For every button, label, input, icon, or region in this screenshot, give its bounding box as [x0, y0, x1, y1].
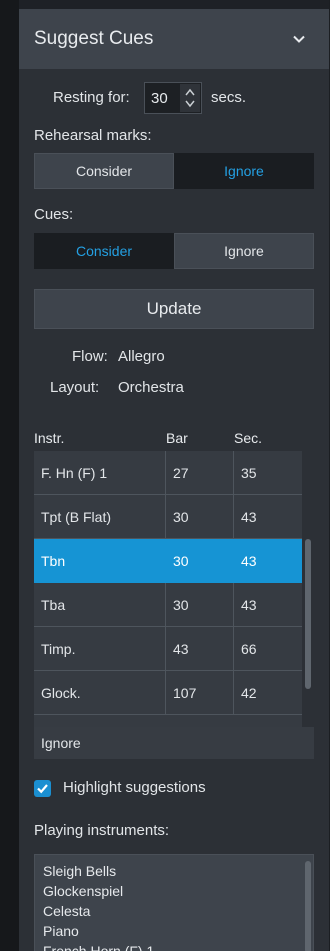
bar-cell: 43 [166, 627, 234, 671]
table-row[interactable]: F. Hn (F) 1 27 35 [34, 451, 302, 495]
resting-unit: secs. [211, 89, 247, 106]
bar-cell: 30 [166, 539, 234, 583]
cues-label: Cues: [34, 206, 74, 223]
bar-cell: 27 [166, 451, 234, 495]
instr-cell: Tbn [34, 539, 166, 583]
chevron-down-icon[interactable] [291, 31, 307, 47]
rehearsal-marks-toggle: Consider Ignore [34, 153, 314, 189]
column-header-sec[interactable]: Sec. [234, 430, 262, 446]
instr-cell: F. Hn (F) 1 [34, 451, 166, 495]
list-item[interactable]: French Horn (F) 1 [43, 943, 154, 951]
column-header-instr[interactable]: Instr. [34, 430, 64, 446]
cues-consider-option[interactable]: Consider [34, 233, 174, 269]
table-row[interactable]: Timp. 43 66 [34, 627, 302, 671]
rehearsal-ignore-option[interactable]: Ignore [174, 153, 314, 189]
flow-value: Allegro [118, 348, 165, 365]
sec-cell: 43 [241, 597, 257, 613]
bar-cell: 107 [166, 671, 234, 715]
sec-cell: 35 [241, 465, 257, 481]
instr-cell: Tba [34, 583, 166, 627]
bar-cell: 30 [166, 495, 234, 539]
resting-value-stepper[interactable]: 30 [144, 82, 202, 114]
layout-value: Orchestra [118, 379, 184, 396]
checkmark-icon [37, 784, 48, 794]
rehearsal-marks-label: Rehearsal marks: [34, 127, 152, 144]
bar-cell: 30 [166, 583, 234, 627]
table-scrollbar[interactable] [302, 451, 314, 752]
table-header: Instr. Bar Sec. [34, 425, 314, 453]
list-scrollbar[interactable] [305, 861, 311, 951]
list-item[interactable]: Glockenspiel [43, 883, 123, 899]
resting-label: Resting for: [53, 89, 130, 106]
table-row-selected[interactable]: Tbn 30 43 [34, 539, 302, 583]
stepper-arrows-icon[interactable] [180, 84, 200, 112]
instr-cell: Tpt (B Flat) [34, 495, 166, 539]
sec-cell: 43 [241, 553, 257, 569]
update-button[interactable]: Update [34, 289, 314, 329]
table-scrollbar-thumb[interactable] [305, 539, 311, 689]
highlight-suggestions-checkbox[interactable] [34, 780, 51, 797]
list-item[interactable]: Sleigh Bells [43, 863, 116, 879]
list-item[interactable]: Celesta [43, 903, 90, 919]
playing-instruments-label: Playing instruments: [34, 822, 170, 839]
instr-cell: Glock. [34, 671, 166, 715]
outer-left-strip [0, 0, 19, 951]
panel-header[interactable]: Suggest Cues [19, 9, 329, 69]
resting-value[interactable]: 30 [151, 90, 168, 107]
table-row[interactable]: Tpt (B Flat) 30 43 [34, 495, 302, 539]
table-row[interactable]: Tba 30 43 [34, 583, 302, 627]
layout-label: Layout: [50, 379, 100, 396]
sec-cell: 42 [241, 685, 257, 701]
cues-toggle: Consider Ignore [34, 233, 314, 269]
instr-cell: Timp. [34, 627, 166, 671]
table-body: F. Hn (F) 1 27 35 Tpt (B Flat) 30 43 Tbn… [34, 451, 314, 752]
panel-title: Suggest Cues [34, 28, 154, 49]
cues-ignore-option[interactable]: Ignore [174, 233, 314, 269]
highlight-suggestions-label[interactable]: Highlight suggestions [63, 779, 206, 796]
playing-instruments-list[interactable]: Sleigh Bells Glockenspiel Celesta Piano … [34, 854, 314, 951]
ignore-button[interactable]: Ignore [34, 727, 314, 759]
rehearsal-consider-option[interactable]: Consider [34, 153, 174, 189]
column-header-bar[interactable]: Bar [166, 430, 188, 446]
sec-cell: 66 [241, 641, 257, 657]
suggest-cues-panel: Suggest Cues Resting for: 30 secs. Rehea… [19, 0, 329, 951]
flow-label: Flow: [72, 348, 108, 365]
table-row[interactable]: Glock. 107 42 [34, 671, 302, 715]
panel-top-strip [19, 0, 329, 9]
sec-cell: 43 [241, 509, 257, 525]
list-item[interactable]: Piano [43, 923, 79, 939]
